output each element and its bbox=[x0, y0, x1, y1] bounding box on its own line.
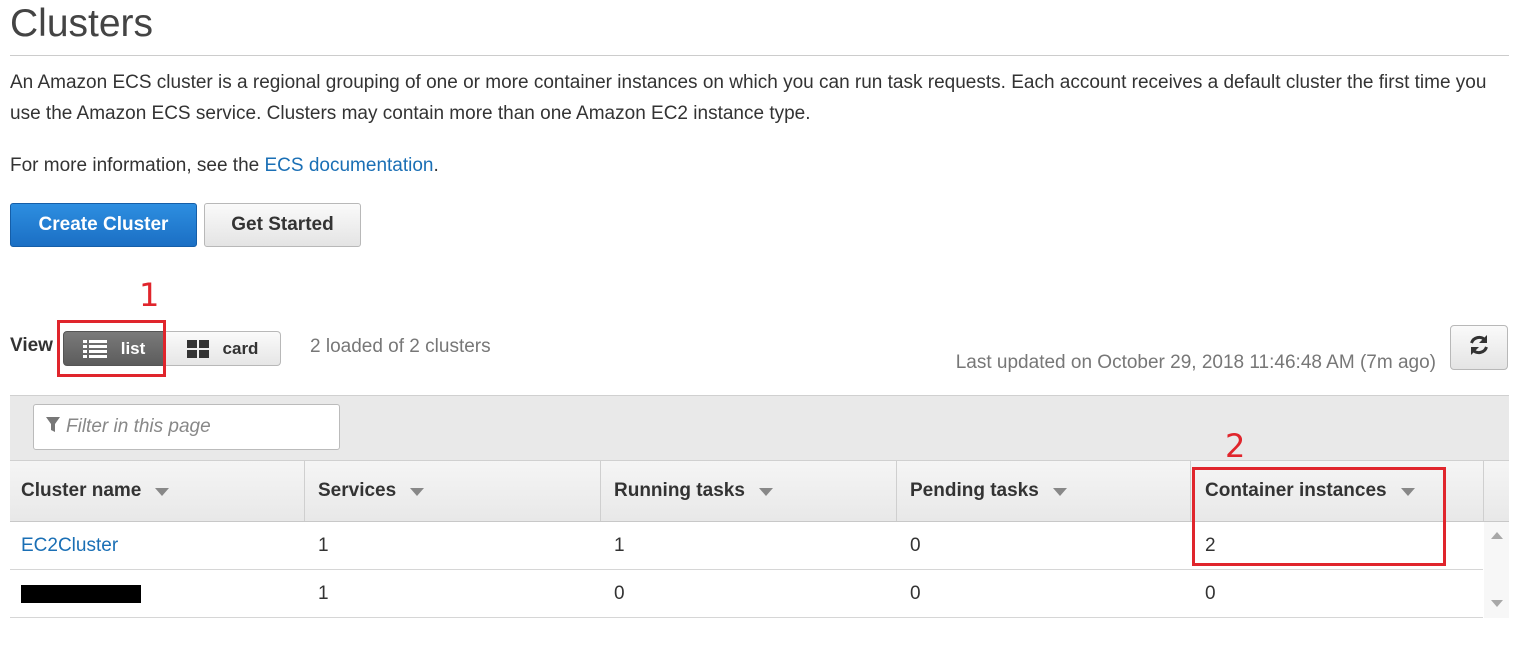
pending-tasks-cell: 0 bbox=[910, 583, 921, 604]
loaded-count: 2 loaded of 2 clusters bbox=[310, 336, 491, 357]
column-label: Pending tasks bbox=[910, 480, 1039, 501]
card-grid-icon bbox=[186, 339, 209, 358]
more-info-text: For more information, see the ECS docume… bbox=[10, 150, 439, 181]
column-header-running-tasks[interactable]: Running tasks bbox=[614, 461, 773, 521]
view-label: View bbox=[10, 335, 53, 356]
column-header-cluster-name[interactable]: Cluster name bbox=[21, 461, 170, 521]
card-toggle-label: card bbox=[222, 338, 259, 358]
pending-tasks-cell: 0 bbox=[910, 535, 921, 556]
title-divider bbox=[10, 55, 1509, 56]
annotation-number-2: 2 bbox=[1225, 427, 1246, 465]
sort-caret-icon bbox=[1052, 488, 1067, 496]
container-instances-cell: 0 bbox=[1205, 583, 1216, 604]
more-info-prefix: For more information, see the bbox=[10, 155, 265, 176]
cluster-link[interactable]: EC2Cluster bbox=[21, 535, 118, 557]
page-title: Clusters bbox=[10, 2, 154, 45]
filter-funnel-icon bbox=[46, 416, 60, 438]
column-header-pending-tasks[interactable]: Pending tasks bbox=[910, 461, 1067, 521]
cluster-name-cell: EC2Cluster bbox=[21, 522, 118, 570]
column-label: Running tasks bbox=[614, 480, 745, 501]
refresh-button[interactable] bbox=[1450, 325, 1508, 370]
card-view-toggle[interactable]: card bbox=[165, 331, 281, 366]
table-scrollbar[interactable] bbox=[1484, 522, 1509, 618]
redacted-cluster-name bbox=[21, 585, 141, 603]
scroll-up-arrow-icon[interactable] bbox=[1491, 532, 1503, 539]
sort-caret-icon bbox=[155, 488, 170, 496]
page-description: An Amazon ECS cluster is a regional grou… bbox=[10, 72, 1487, 124]
column-divider bbox=[304, 461, 305, 521]
annotation-number-1: 1 bbox=[139, 276, 160, 314]
services-cell: 1 bbox=[318, 535, 329, 556]
create-cluster-button[interactable]: Create Cluster bbox=[10, 203, 197, 247]
ecs-documentation-link[interactable]: ECS documentation bbox=[265, 155, 434, 176]
last-updated-text: Last updated on October 29, 2018 11:46:4… bbox=[955, 352, 1436, 373]
scroll-down-arrow-icon[interactable] bbox=[1491, 600, 1503, 607]
table-row: 1 0 0 0 bbox=[10, 570, 1483, 618]
refresh-icon bbox=[1468, 334, 1490, 361]
column-header-services[interactable]: Services bbox=[318, 461, 425, 521]
more-info-suffix: . bbox=[433, 155, 439, 176]
running-tasks-cell: 0 bbox=[614, 583, 625, 604]
column-label: Services bbox=[318, 480, 397, 501]
column-label: Cluster name bbox=[21, 480, 142, 501]
column-divider bbox=[1483, 461, 1484, 521]
column-divider bbox=[896, 461, 897, 521]
running-tasks-cell: 1 bbox=[614, 535, 625, 556]
filter-field[interactable] bbox=[33, 404, 340, 450]
sort-caret-icon bbox=[758, 488, 773, 496]
annotation-box-1 bbox=[57, 320, 166, 377]
column-divider bbox=[1190, 461, 1191, 521]
filter-input[interactable] bbox=[66, 416, 326, 438]
cluster-name-cell bbox=[21, 570, 141, 618]
sort-caret-icon bbox=[410, 488, 425, 496]
services-cell: 1 bbox=[318, 583, 329, 604]
get-started-button[interactable]: Get Started bbox=[204, 203, 361, 247]
annotation-box-2 bbox=[1192, 467, 1446, 566]
column-divider bbox=[600, 461, 601, 521]
